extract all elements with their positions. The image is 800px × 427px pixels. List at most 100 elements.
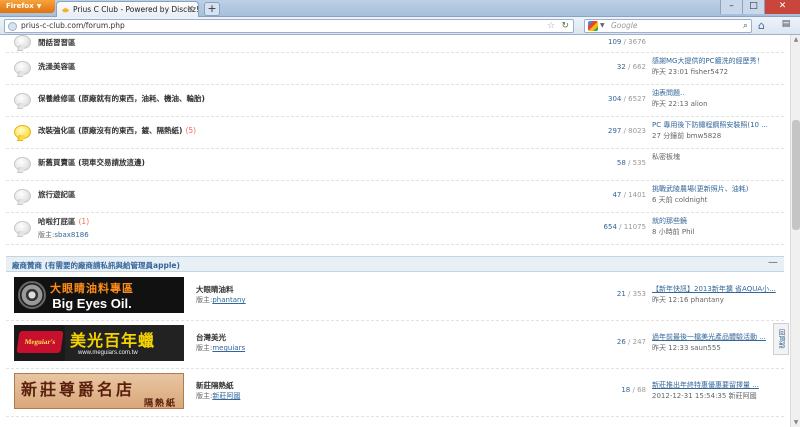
- forum-row: 改裝強化區 (原廠沒有的東西，鍍、隔熱紙) (5) 297 / 8023 PC 專用後…: [6, 117, 784, 149]
- thread-count: 304: [607, 95, 622, 103]
- logo-sub: 隔熱紙: [143, 399, 177, 409]
- sponsor-name[interactable]: 台灣美光: [196, 332, 226, 343]
- brand-badge: Meguiar's: [16, 331, 64, 353]
- forum-name-link[interactable]: 改裝強化區 (原廠沒有的東西，鍍、隔熱紙) (5): [38, 125, 196, 136]
- google-icon: [588, 21, 598, 31]
- last-post-meta: 8 小時前 Phil: [652, 228, 695, 236]
- moderator-link[interactable]: phantany: [212, 296, 245, 304]
- tab-close-icon[interactable]: ×: [186, 2, 194, 17]
- count-separator: /: [616, 223, 624, 231]
- last-post-link[interactable]: 過年前最後一檔美光產品體驗活動 ...: [652, 332, 784, 343]
- forum-name: 洗澡美容區: [38, 62, 76, 71]
- globe-icon: [8, 22, 17, 31]
- post-count: 353: [632, 290, 646, 298]
- forum-name-link[interactable]: 閒話習習區: [38, 37, 76, 48]
- moderator-line: 版主:meguiars: [196, 343, 245, 353]
- thread-count: 297: [607, 127, 622, 135]
- menu-icon[interactable]: ▤: [776, 19, 796, 33]
- last-post-link[interactable]: 【新年快訊】2013新年擴 省AQUA小...: [652, 284, 784, 295]
- last-post-link[interactable]: 油表問題..: [652, 88, 784, 99]
- logo-cn: 新莊尊爵名店: [21, 380, 136, 399]
- forum-name: 改裝強化區 (原廠沒有的東西，鍍、隔熱紙): [38, 126, 183, 135]
- bookmark-star-icon[interactable]: ☆: [547, 20, 555, 32]
- no-new-posts-icon: [14, 221, 31, 235]
- sponsor-logo[interactable]: Meguiar's 美光百年蠟 www.meguiars.com.tw: [14, 325, 184, 361]
- no-new-posts-icon: [14, 189, 31, 203]
- url-bar[interactable]: prius-c-club.com/forum.php ☆ ↻: [4, 19, 574, 33]
- moderator-line: 版主:sbax8186: [38, 230, 89, 240]
- home-icon[interactable]: ⌂: [758, 19, 765, 32]
- forum-counts: 654 / 11075: [604, 223, 646, 231]
- firefox-menu-label: Firefox: [6, 2, 34, 10]
- last-post-meta: 私密板塊: [652, 153, 680, 161]
- site-favicon-icon: [61, 8, 70, 13]
- forum-name-link[interactable]: 新舊買賣區 (現車交易請放這邊): [38, 157, 145, 168]
- forum-row: 保養維修區 (原廠就有的東西，油耗、機油、輪胎) 304 / 6527 油表問題..…: [6, 85, 784, 117]
- page-content: 閒話習習區 109 / 3676 3 天前 alex0857 洗澡美容區 32 / 66…: [0, 35, 790, 427]
- scrollbar[interactable]: ▲ ▼: [790, 35, 800, 427]
- last-post: PC 專用後下防鏽程鋼照安裝照(10 ... 27 分鐘前 bmw5828: [652, 120, 784, 142]
- browser-tab[interactable]: Prius C Club - Powered by Discuz! ×: [56, 1, 199, 17]
- moderator-link[interactable]: sbax8186: [54, 231, 88, 239]
- post-count: 1401: [628, 191, 646, 199]
- moderator-label: 版主:: [38, 231, 55, 239]
- last-post-link[interactable]: PC 專用後下防鏽程鋼照安裝照(10 ...: [652, 120, 784, 131]
- close-window-icon[interactable]: ✕: [764, 0, 800, 14]
- logo-en: Big Eyes Oil.: [52, 295, 132, 311]
- forum-name-link[interactable]: 洗澡美容區: [38, 61, 76, 72]
- sponsor-logo[interactable]: 新莊尊爵名店 隔熱紙: [14, 373, 184, 409]
- forum-counts: 21 / 353: [617, 290, 646, 298]
- scroll-down-icon[interactable]: ▼: [792, 419, 800, 426]
- forum-row: 旅行遊記區 47 / 1401 挑戰武陵農場(更新照片、油耗) 6 天前 coldni…: [6, 181, 784, 213]
- moderator-link[interactable]: 新莊阿國: [212, 392, 240, 400]
- last-post-link[interactable]: 感謝MG大提供的PC鍍洗的經歷秀！: [652, 56, 784, 67]
- search-icon[interactable]: ⌕: [743, 20, 748, 32]
- sponsor-logo[interactable]: 大眼睛油料專區 Big Eyes Oil.: [14, 277, 184, 313]
- last-post-meta: 27 分鐘前 bmw5828: [652, 132, 722, 140]
- moderator-line: 版主:phantany: [196, 295, 246, 305]
- back-to-top-button[interactable]: 回頂部: [773, 323, 789, 355]
- maximize-icon[interactable]: □: [742, 0, 764, 14]
- category-header: 廠商贊商 (有需要的廠商請私訊與給管理員apple) —: [6, 256, 784, 272]
- forum-name-link[interactable]: 保養維修區 (原廠就有的東西，油耗、機油、輪胎): [38, 93, 205, 104]
- forum-name-link[interactable]: 旅行遊記區: [38, 189, 76, 200]
- sponsor-row: 新莊尊爵名店 隔熱紙 新莊隔熱紙 版主:新莊阿國 18 / 68 新莊推出年終特惠優惠要留…: [6, 369, 784, 417]
- new-posts-icon: [14, 125, 31, 139]
- sponsor-name[interactable]: 新莊隔熱紙: [196, 380, 234, 391]
- moderator-link[interactable]: meguiars: [212, 344, 245, 352]
- forum-name: 閒話習習區: [38, 38, 76, 47]
- no-new-posts-icon: [14, 93, 31, 107]
- sponsor-row: Meguiar's 美光百年蠟 www.meguiars.com.tw 台灣美光 版主:…: [6, 321, 784, 369]
- forum-row: 哈啦打屁區 (1) 版主:sbax8186 654 / 11075 就的那些鏡 8 小時前…: [6, 213, 784, 245]
- no-new-posts-icon: [14, 157, 31, 171]
- firefox-menu-button[interactable]: Firefox ▼: [0, 0, 55, 13]
- logo-cn: 大眼睛油料專區: [50, 281, 134, 295]
- sponsor-name[interactable]: 大眼睛油料: [196, 284, 234, 295]
- new-tab-button[interactable]: +: [204, 2, 220, 16]
- chevron-down-icon[interactable]: ▼: [600, 20, 605, 32]
- no-new-posts-icon: [14, 35, 31, 49]
- forum-list: 閒話習習區 109 / 3676 3 天前 alex0857 洗澡美容區 32 / 66…: [6, 35, 784, 245]
- post-count: 11075: [623, 223, 646, 231]
- category-title[interactable]: 廠商贊商 (有需要的廠商請私訊與給管理員apple): [12, 260, 180, 271]
- thread-count: 109: [607, 38, 622, 46]
- forum-counts: 18 / 68: [621, 386, 646, 394]
- last-post: 感謝MG大提供的PC鍍洗的經歷秀！ 昨天 23:01 fisher5472: [652, 56, 784, 78]
- post-count: 662: [632, 63, 646, 71]
- post-count: 6527: [628, 95, 646, 103]
- search-bar[interactable]: ▼ Google ⌕: [584, 19, 752, 33]
- last-post: 油表問題.. 昨天 22:13 alion: [652, 88, 784, 110]
- last-post-link[interactable]: 就的那些鏡: [652, 216, 784, 227]
- minimize-icon[interactable]: –: [720, 0, 742, 14]
- scrollbar-thumb[interactable]: [792, 120, 800, 230]
- reload-icon[interactable]: ↻: [561, 20, 569, 32]
- last-post-link[interactable]: 新莊推出年終特惠優惠要留擇量 ...: [652, 380, 784, 391]
- forum-name-link[interactable]: 哈啦打屁區 (1): [38, 216, 89, 227]
- chevron-down-icon: ▼: [36, 3, 42, 10]
- collapse-icon[interactable]: —: [768, 257, 778, 268]
- last-post-link[interactable]: 挑戰武陵農場(更新照片、油耗): [652, 184, 784, 195]
- moderator-label: 版主:: [196, 392, 213, 400]
- last-post: 3 天前 alex0857: [652, 35, 784, 38]
- scroll-up-icon[interactable]: ▲: [792, 36, 800, 43]
- count-separator: /: [625, 63, 633, 71]
